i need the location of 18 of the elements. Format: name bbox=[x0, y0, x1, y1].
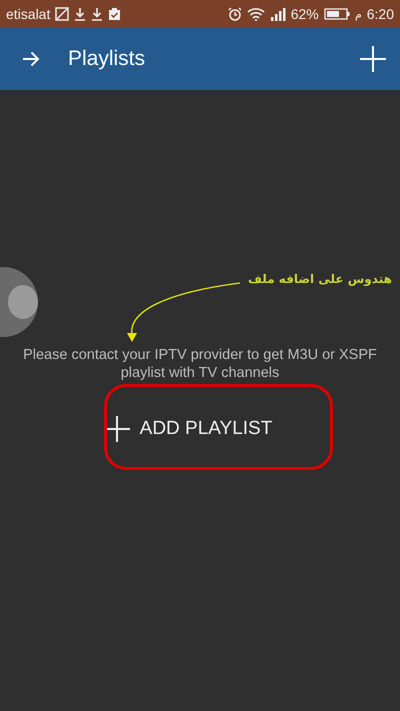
wifi-icon bbox=[246, 7, 265, 21]
alarm-icon bbox=[228, 7, 242, 21]
screen-title: Playlists bbox=[68, 47, 146, 71]
battery-percent: 62% bbox=[290, 6, 319, 22]
arrow-icon[interactable] bbox=[22, 51, 40, 67]
download-icon bbox=[74, 7, 86, 21]
time-period: م bbox=[354, 8, 362, 20]
clock-time: 6:20 bbox=[366, 6, 394, 22]
image-icon bbox=[55, 7, 70, 21]
empty-message: Please contact your IPTV provider to get M3U or XSPF playlist with TV channels bbox=[22, 346, 378, 382]
add-icon[interactable] bbox=[360, 46, 386, 72]
battery-icon bbox=[324, 8, 350, 20]
download-icon bbox=[91, 7, 104, 21]
clipboard-icon bbox=[108, 7, 122, 21]
add-playlist-button[interactable]: ADD PLAYLIST bbox=[94, 408, 282, 450]
signal-icon bbox=[270, 7, 286, 21]
annotation-text: هتدوس على اضافه ملف bbox=[248, 272, 392, 286]
carrier-name: etisalat bbox=[6, 6, 50, 22]
